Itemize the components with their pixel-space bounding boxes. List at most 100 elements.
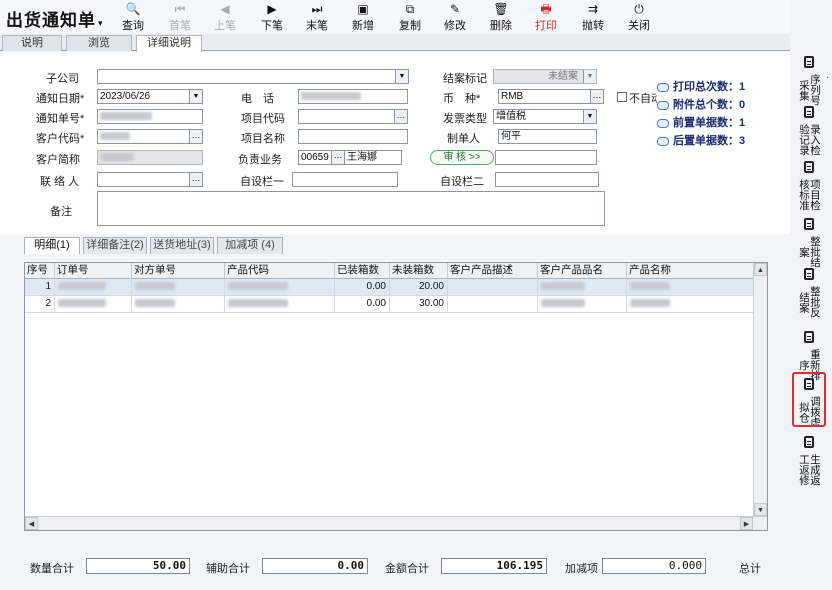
tab-browse[interactable]: 浏览: [66, 35, 132, 51]
sidebar-item-generate-rework[interactable]: 生成返工返修: [794, 436, 824, 490]
table-cell[interactable]: [225, 279, 335, 296]
tab-detail-description[interactable]: 详细说明: [136, 35, 202, 52]
tab-add-subtract[interactable]: 加减项 (4): [217, 237, 283, 254]
customer-code-field[interactable]: …: [97, 129, 203, 144]
ellipsis-icon[interactable]: …: [590, 90, 603, 103]
remark-textarea[interactable]: [97, 191, 605, 226]
header-form: 子公司 ▼ 结案标记 未结案 ▼ 通知日期* 2023/06/26 ▼ 电 话 币 …: [0, 52, 790, 234]
stat-previous-docs[interactable]: 前置单据数：1: [657, 114, 745, 130]
phone-field[interactable]: [298, 89, 408, 104]
scroll-right-icon[interactable]: ▶: [740, 517, 753, 530]
column-header[interactable]: 未装箱数: [390, 263, 448, 279]
maker-label: 制单人: [447, 133, 480, 145]
ellipsis-icon[interactable]: …: [189, 173, 202, 186]
salesperson-field[interactable]: 00659… 王海娜: [298, 150, 402, 165]
scroll-up-icon[interactable]: ▲: [754, 263, 767, 276]
last-record-button[interactable]: ⏭ 末笔: [297, 1, 337, 33]
copy-button[interactable]: ⧉ 复制: [390, 1, 430, 33]
notice-no-field[interactable]: [97, 109, 203, 124]
sidebar-item-project-standard[interactable]: 项目检核标准: [794, 161, 824, 215]
table-cell[interactable]: [627, 296, 755, 313]
table-cell[interactable]: [538, 296, 627, 313]
redacted-text: [630, 299, 670, 308]
audit-button[interactable]: 审 核 >>: [430, 150, 494, 165]
window-title[interactable]: 出货通知单 ▾: [6, 6, 104, 31]
document-icon: [804, 106, 814, 118]
sidebar-item-batch-unclose[interactable]: 整批反结案: [794, 268, 824, 322]
query-button[interactable]: 🔍 查询: [113, 1, 153, 33]
contact-field[interactable]: …: [97, 172, 203, 187]
tab-detail-lines[interactable]: 明细(1): [24, 237, 80, 254]
column-header[interactable]: 已装箱数: [335, 263, 390, 279]
first-record-button[interactable]: ⏮ 首笔: [160, 1, 200, 33]
table-cell[interactable]: [448, 296, 538, 313]
column-header[interactable]: 产品代码: [225, 263, 335, 279]
table-cell[interactable]: 20.00: [390, 279, 448, 296]
column-header[interactable]: 订单号: [55, 263, 132, 279]
invoice-type-select[interactable]: 增值税 ▼: [493, 109, 597, 124]
table-cell[interactable]: 30.00: [390, 296, 448, 313]
table-cell[interactable]: [132, 296, 225, 313]
comment-icon: [657, 82, 669, 92]
table-cell[interactable]: 2: [25, 296, 55, 313]
stat-attachment-count[interactable]: 附件总个数：0: [657, 96, 745, 112]
table-cell[interactable]: 0.00: [335, 296, 390, 313]
tab-description[interactable]: 说明: [2, 35, 62, 51]
table-cell[interactable]: [627, 279, 755, 296]
document-icon: [804, 268, 814, 280]
chevron-down-icon[interactable]: ▼: [583, 110, 596, 123]
table-cell[interactable]: [132, 279, 225, 296]
print-button[interactable]: 🖶 打印: [526, 1, 566, 33]
custom2-field[interactable]: [495, 172, 599, 187]
audit-field[interactable]: [495, 150, 597, 165]
table-cell[interactable]: [55, 279, 132, 296]
item-name-field[interactable]: [298, 129, 408, 144]
scroll-down-icon[interactable]: ▼: [754, 503, 767, 516]
column-header[interactable]: 对方单号: [132, 263, 225, 279]
table-cell[interactable]: [448, 279, 538, 296]
print-icon: 🖶: [540, 2, 552, 16]
sidebar-item-serial-collect[interactable]: 序列号采集: [794, 56, 824, 110]
maker-field[interactable]: 何平: [498, 129, 597, 144]
custom1-field[interactable]: [292, 172, 398, 187]
stat-print-count[interactable]: 打印总次数：1: [657, 78, 745, 94]
column-header[interactable]: 序号: [25, 263, 55, 279]
table-cell[interactable]: [225, 296, 335, 313]
sidebar-item-batch-close[interactable]: 整批结案: [794, 218, 824, 272]
item-code-field[interactable]: …: [298, 109, 408, 124]
table-cell[interactable]: 1: [25, 279, 55, 296]
column-header[interactable]: 客户产品品名: [538, 263, 627, 279]
not-auto-checkbox[interactable]: [617, 92, 627, 102]
column-header[interactable]: 产品名称: [627, 263, 755, 279]
ellipsis-icon[interactable]: …: [394, 110, 407, 123]
tab-delivery-address[interactable]: 送货地址(3): [150, 237, 214, 254]
horizontal-scrollbar[interactable]: ◀ ▶: [25, 516, 767, 530]
table-cell[interactable]: 0.00: [335, 279, 390, 296]
stat-next-docs[interactable]: 后置单据数：3: [657, 132, 745, 148]
scroll-left-icon[interactable]: ◀: [25, 517, 38, 530]
table-cell[interactable]: [55, 296, 132, 313]
notice-date-field[interactable]: 2023/06/26 ▼: [97, 89, 203, 104]
subsidiary-select[interactable]: ▼: [97, 69, 409, 84]
vertical-scrollbar[interactable]: ▲ ▼: [753, 263, 767, 516]
ellipsis-icon[interactable]: …: [189, 130, 202, 143]
currency-field[interactable]: RMB…: [498, 89, 604, 104]
sidebar-item-inspection-record[interactable]: 录入检验记录: [794, 106, 824, 160]
next-record-button[interactable]: ▶ 下笔: [252, 1, 292, 33]
chevron-down-icon[interactable]: ▼: [583, 70, 596, 83]
delete-button[interactable]: 🗑 删除: [481, 1, 521, 33]
transfer-button[interactable]: ⇉ 抛转: [573, 1, 613, 33]
edit-button[interactable]: ✎ 修改: [435, 1, 475, 33]
table-cell[interactable]: [538, 279, 627, 296]
chevron-down-icon[interactable]: ▼: [189, 90, 202, 103]
ellipsis-icon[interactable]: …: [331, 151, 345, 164]
previous-record-button[interactable]: ◀ 上笔: [205, 1, 245, 33]
chevron-down-icon[interactable]: ▼: [395, 70, 408, 83]
tab-detail-remarks[interactable]: 详细备注(2): [83, 237, 147, 254]
close-button[interactable]: ⏻ 关闭: [619, 1, 659, 33]
column-header[interactable]: 客户产品描述: [448, 263, 538, 279]
print-label: 打印: [535, 20, 557, 32]
close-flag-select[interactable]: 未结案 ▼: [493, 69, 597, 84]
new-button[interactable]: ▣ 新增: [343, 1, 383, 33]
currency-label: 币 种*: [443, 93, 481, 105]
